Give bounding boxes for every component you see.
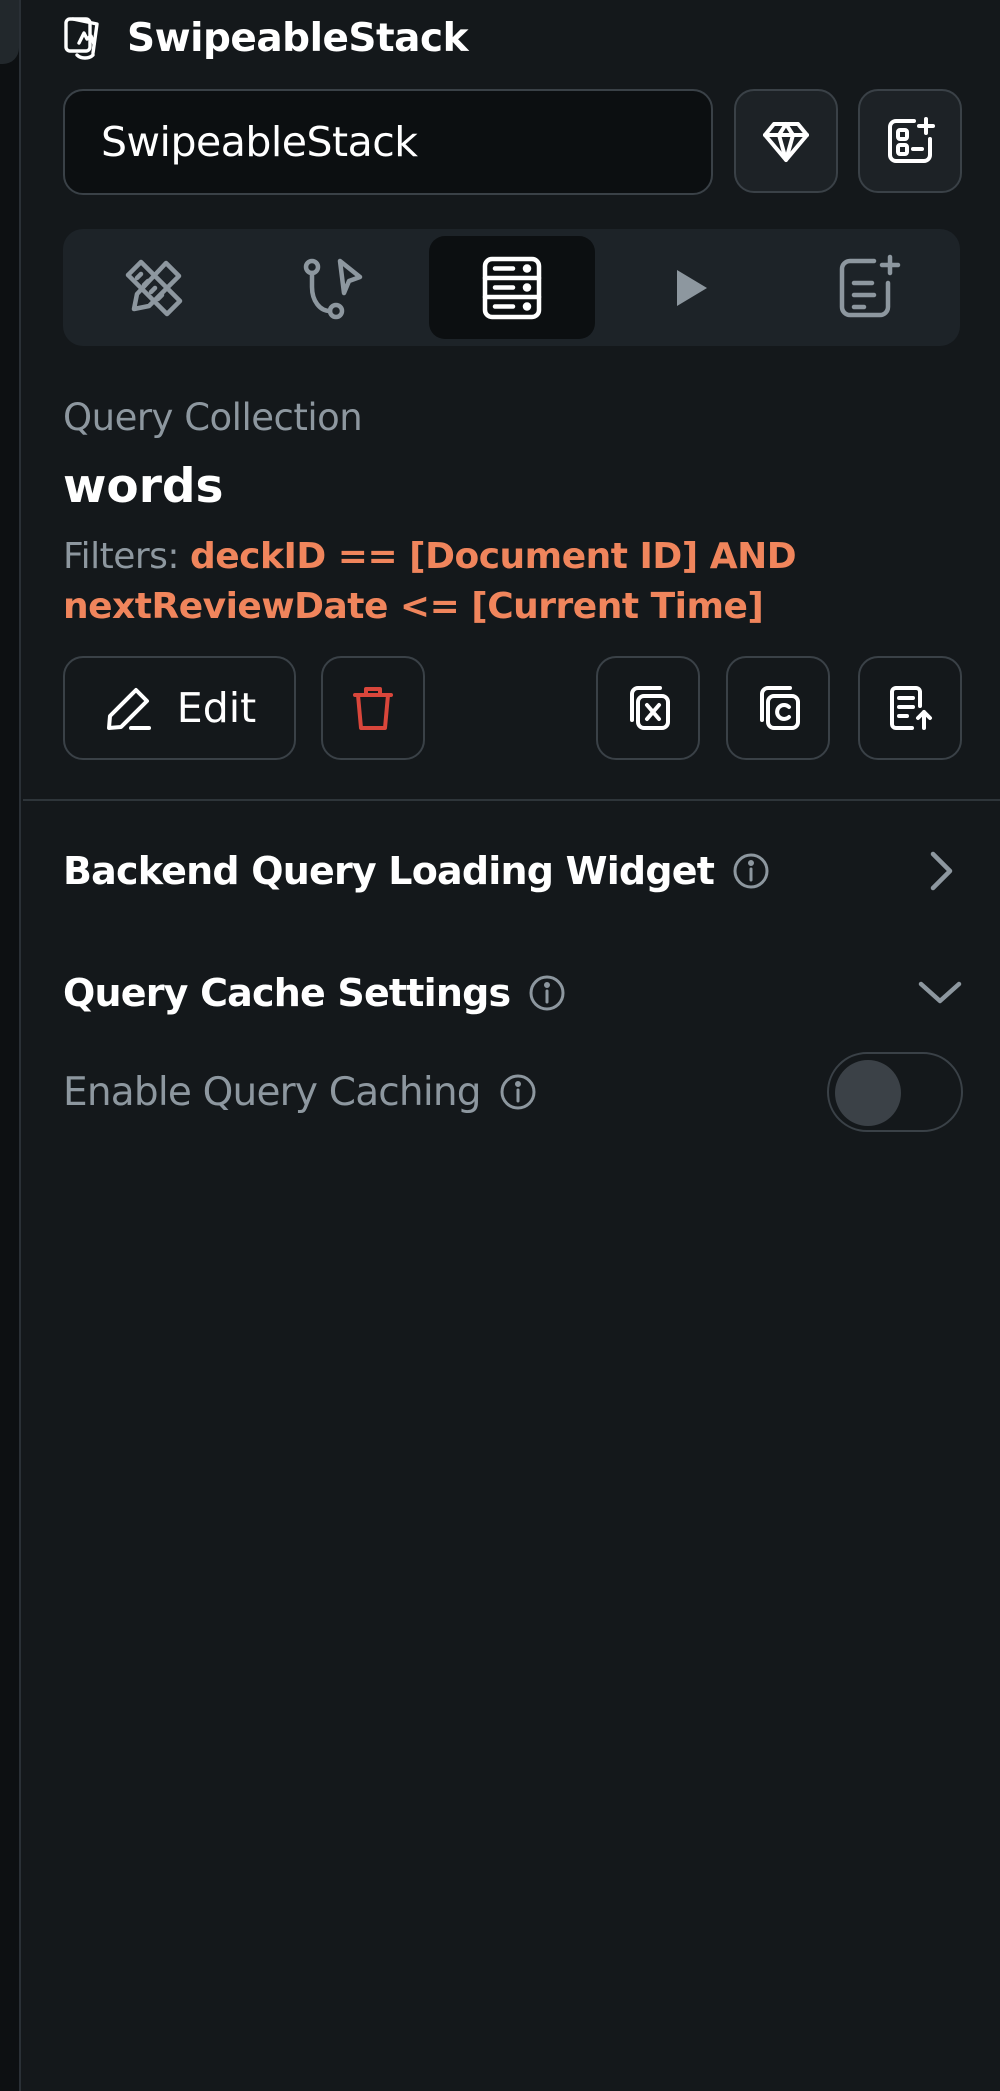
widget-type-title: SwipeableStack [127, 15, 469, 61]
widget-header: SwipeableStack [63, 10, 469, 66]
add-note-icon [839, 254, 901, 317]
filters-label: Filters: [63, 536, 180, 577]
copy-x-icon [630, 686, 670, 730]
add-to-library-button[interactable] [858, 89, 962, 193]
cache-settings-title: Query Cache Settings [63, 971, 511, 1015]
edit-query-button[interactable]: Edit [63, 656, 296, 760]
info-icon[interactable] [528, 974, 566, 1012]
backend-query-loading-widget-row[interactable]: Backend Query Loading Widget [63, 841, 963, 901]
widget-name-input[interactable] [63, 89, 713, 195]
pencil-icon [106, 688, 151, 730]
clear-query-button[interactable] [596, 656, 700, 760]
tab-actions[interactable] [250, 236, 416, 339]
toggle-knob [835, 1060, 901, 1126]
query-collection-name: words [63, 459, 224, 514]
action-flow-icon [303, 258, 362, 319]
query-type-label: Query Collection [63, 396, 363, 439]
loading-widget-title: Backend Query Loading Widget [63, 849, 715, 893]
properties-panel: SwipeableStack SwipeableStack Query Coll… [23, 0, 1000, 2091]
copy-c-icon [760, 686, 800, 730]
chevron-right-icon[interactable] [917, 848, 963, 894]
edit-label: Edit [176, 684, 257, 732]
add-component-icon [888, 117, 935, 163]
chevron-down-icon[interactable] [917, 970, 963, 1016]
tab-backend-query[interactable] [428, 236, 595, 339]
tab-properties[interactable] [71, 236, 237, 339]
tab-preview[interactable] [607, 236, 773, 339]
left-panel-nub [0, 0, 19, 64]
info-icon[interactable] [732, 852, 770, 890]
enable-caching-label: Enable Query Caching [63, 1069, 482, 1115]
properties-tab-bar [63, 229, 960, 346]
export-query-button[interactable] [858, 656, 962, 760]
query-cache-settings-row[interactable]: Query Cache Settings [63, 963, 963, 1023]
enable-query-caching-toggle[interactable] [827, 1052, 963, 1132]
copy-query-button[interactable] [726, 656, 830, 760]
query-filters: Filters: deckID == [Document ID] AND nex… [63, 532, 963, 632]
document-upload-icon [890, 686, 932, 730]
trash-icon [353, 687, 393, 730]
info-icon[interactable] [499, 1073, 537, 1111]
premium-button[interactable] [734, 89, 838, 193]
swipeable-stack-icon [64, 17, 99, 60]
play-icon [677, 269, 708, 306]
section-divider [23, 799, 1000, 801]
database-icon [482, 256, 541, 319]
enable-query-caching-row: Enable Query Caching [63, 1052, 963, 1132]
diamond-icon [763, 122, 809, 162]
delete-query-button[interactable] [321, 656, 425, 760]
ruler-pencil-icon [125, 259, 183, 316]
tab-notes[interactable] [786, 236, 952, 339]
left-panel-edge [0, 0, 21, 2091]
